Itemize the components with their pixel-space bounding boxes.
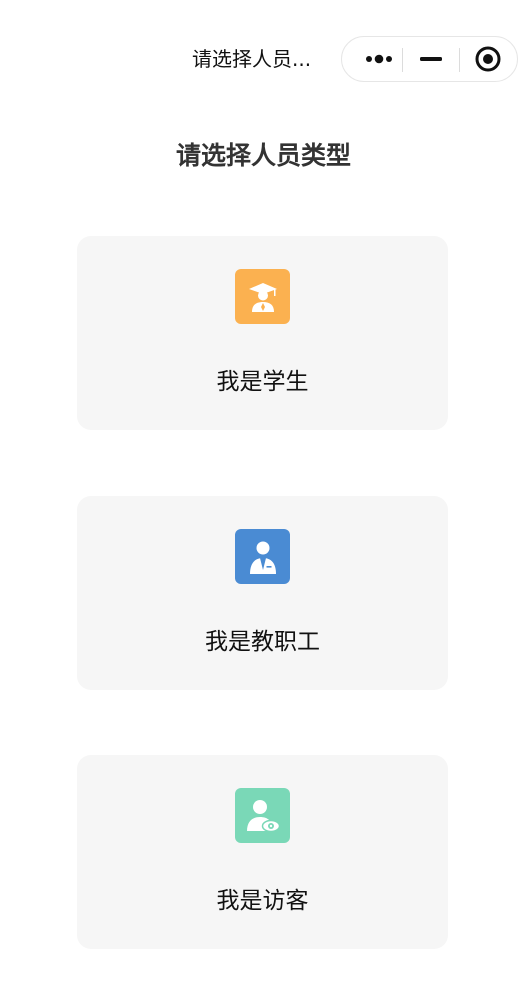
minimize-icon [420, 57, 442, 61]
minimize-button[interactable] [403, 37, 459, 81]
option-card-staff[interactable]: 我是教职工 [77, 496, 448, 690]
graduate-student-icon [248, 282, 277, 312]
visitor-eye-icon [246, 799, 280, 832]
visitor-icon-box [235, 788, 290, 843]
option-label-student: 我是学生 [216, 369, 309, 395]
option-card-student[interactable]: 我是学生 [77, 236, 448, 430]
navbar: 请选择人员... [0, 0, 527, 118]
close-button[interactable] [460, 37, 516, 81]
nav-title: 请选择人员... [192, 47, 312, 71]
more-button[interactable] [350, 37, 410, 81]
option-label-staff: 我是教职工 [205, 629, 320, 655]
person-type-page: 请选择人员... 请选择人员类型 我是学生 我是教职工 我是访客 [0, 0, 527, 990]
target-circle-icon [475, 46, 501, 72]
page-heading: 请选择人员类型 [175, 141, 351, 170]
option-label-visitor: 我是访客 [216, 888, 309, 914]
staff-icon-box [235, 529, 290, 584]
staff-person-icon [249, 541, 276, 574]
capsule-menu [341, 36, 518, 82]
option-card-visitor[interactable]: 我是访客 [77, 755, 448, 949]
student-icon-box [235, 269, 290, 324]
more-dots-icon [366, 54, 392, 64]
